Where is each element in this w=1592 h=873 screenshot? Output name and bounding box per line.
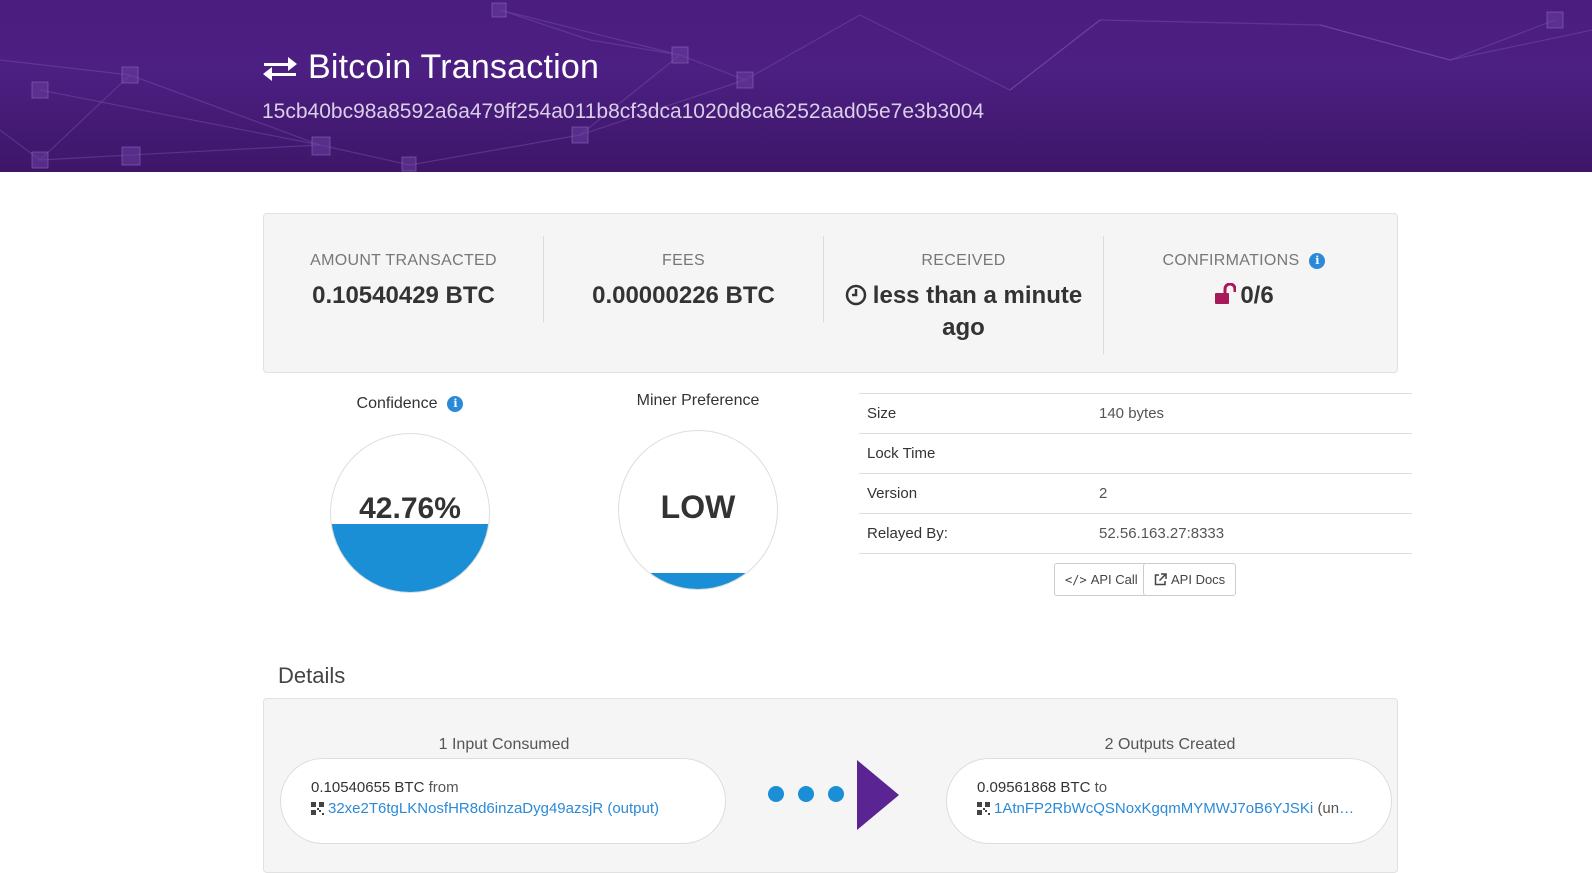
output-amount: 0.09561868 BTC	[977, 779, 1091, 796]
flow-dot	[798, 786, 814, 802]
confidence-value: 42.76%	[359, 492, 461, 525]
miner-preference-label: Miner Preference	[636, 392, 760, 409]
page-title-text: Bitcoin Transaction	[308, 48, 600, 86]
size-value: 140 bytes	[1089, 393, 1412, 434]
miner-preference-gauge: Miner Preference LOW	[618, 392, 778, 590]
confidence-info-icon[interactable]: i	[447, 396, 464, 412]
flow-arrow-icon	[857, 760, 899, 830]
output-address-link[interactable]: 1AtnFP2RbWcQSNoxKgqmMYMWJ7oB6YJSKi	[994, 800, 1313, 817]
exchange-arrows-icon	[263, 56, 297, 81]
clock-icon	[845, 284, 867, 306]
network-pattern-background	[0, 2, 1592, 172]
confirmations-value-wrap: 0/6	[1104, 280, 1384, 312]
api-call-label: API Call	[1090, 572, 1138, 587]
table-row: Version 2	[859, 473, 1412, 514]
input-amount: 0.10540655 BTC	[311, 779, 425, 796]
confirmations-info-icon[interactable]: i	[1309, 253, 1326, 269]
output-direction: to	[1094, 779, 1108, 796]
external-link-icon	[1154, 573, 1167, 586]
flow-dot	[828, 786, 844, 802]
confidence-label-wrap: Confidence i	[330, 395, 490, 413]
outputs-title: 2 Outputs Created	[1104, 736, 1236, 753]
confirmations-value: 0/6	[1240, 282, 1274, 309]
qr-code-icon[interactable]	[977, 802, 990, 815]
table-row: Lock Time	[859, 433, 1412, 474]
table-row: Size 140 bytes	[859, 393, 1412, 434]
code-icon: </>	[1065, 572, 1087, 587]
fees-stat: FEES 0.00000226 BTC	[544, 236, 824, 322]
received-value-wrap: less than a minute ago	[824, 280, 1103, 344]
confidence-gauge: Confidence i 42.76%	[330, 395, 490, 593]
fees-label: FEES	[662, 252, 705, 269]
relayed-by-value: 52.56.163.27:8333	[1089, 513, 1412, 554]
output-note: (unsp…	[1317, 800, 1357, 817]
confirmations-stat: CONFIRMATIONS i 0/6	[1104, 236, 1384, 312]
output-item: 0.09561868 BTC to 1AtnFP2RbWcQSNoxKgqmMY…	[946, 758, 1392, 844]
miner-preference-fill	[619, 573, 777, 589]
unlocked-padlock-icon	[1215, 282, 1237, 304]
amount-label: AMOUNT TRANSACTED	[310, 252, 497, 269]
flow-dot	[768, 786, 784, 802]
api-docs-label: API Docs	[1171, 572, 1226, 587]
confidence-circle: 42.76%	[330, 433, 490, 593]
transaction-hash: 15cb40bc98a8592a6a479ff254a011b8cf3dca10…	[262, 100, 985, 123]
relayed-by-label: Relayed By:	[859, 513, 1089, 554]
lock-time-value	[1089, 433, 1412, 474]
version-value: 2	[1089, 473, 1412, 514]
api-call-button[interactable]: </> API Call	[1054, 563, 1149, 596]
table-row: Relayed By: 52.56.163.27:8333	[859, 513, 1412, 554]
lock-time-label: Lock Time	[859, 433, 1089, 474]
miner-preference-circle: LOW	[618, 430, 778, 590]
transaction-info-table: Size 140 bytes Lock Time Version 2 Relay…	[859, 393, 1412, 554]
amount-value: 0.10540429 BTC	[312, 282, 495, 309]
size-label: Size	[859, 393, 1089, 434]
api-docs-button[interactable]: API Docs	[1143, 563, 1237, 596]
received-label: RECEIVED	[921, 252, 1006, 269]
input-direction: from	[428, 779, 459, 796]
input-item: 0.10540655 BTC from 32xe2T6tgLKNosfHR8d6…	[280, 758, 726, 844]
received-stat: RECEIVED less than a minute ago	[824, 236, 1104, 354]
input-amount-line: 0.10540655 BTC from	[311, 779, 725, 796]
fees-value: 0.00000226 BTC	[592, 282, 775, 309]
input-note-link[interactable]: (output)	[607, 800, 659, 817]
received-value: less than a minute ago	[872, 282, 1083, 341]
confidence-fill	[331, 524, 489, 592]
qr-code-icon[interactable]	[311, 802, 324, 815]
page-header: Bitcoin Transaction 15cb40bc98a8592a6a47…	[0, 0, 1592, 172]
confirmations-label: CONFIRMATIONS	[1162, 252, 1300, 269]
summary-panel: AMOUNT TRANSACTED 0.10540429 BTC FEES 0.…	[263, 213, 1398, 373]
input-address-link[interactable]: 32xe2T6tgLKNosfHR8d6inzaDyg49azsjR	[328, 800, 603, 817]
confidence-label: Confidence	[356, 395, 438, 412]
output-amount-line: 0.09561868 BTC to	[977, 779, 1391, 796]
page-title: Bitcoin Transaction	[262, 48, 599, 87]
miner-preference-value: LOW	[660, 489, 736, 525]
confirmations-label-wrap: CONFIRMATIONS i	[1104, 252, 1384, 270]
inputs-title: 1 Input Consumed	[438, 736, 570, 753]
details-heading: Details	[278, 663, 346, 688]
output-address-line: 1AtnFP2RbWcQSNoxKgqmMYMWJ7oB6YJSKi (unsp…	[977, 800, 1357, 817]
version-label: Version	[859, 473, 1089, 514]
input-address-line: 32xe2T6tgLKNosfHR8d6inzaDyg49azsjR (outp…	[311, 800, 691, 817]
amount-stat: AMOUNT TRANSACTED 0.10540429 BTC	[264, 236, 544, 322]
